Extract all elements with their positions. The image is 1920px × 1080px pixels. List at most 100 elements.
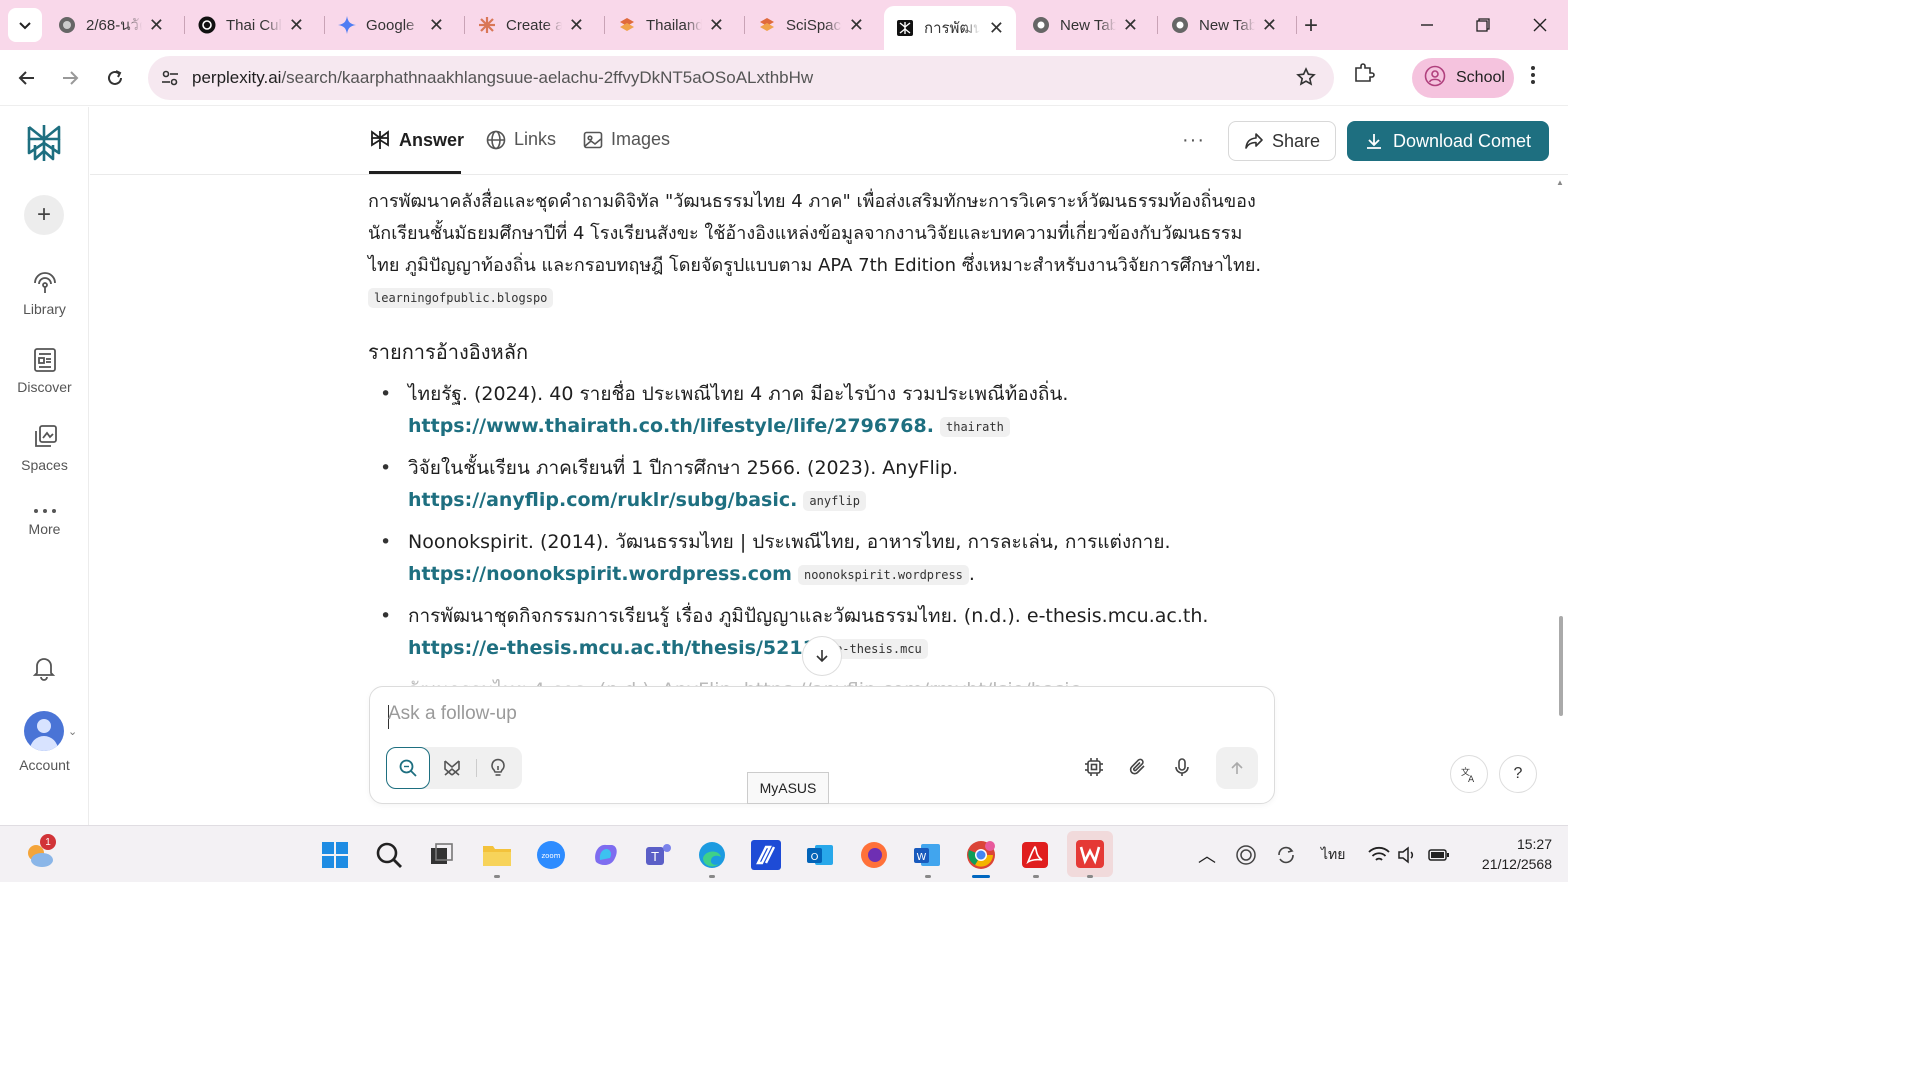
search-mode-button[interactable] — [386, 747, 430, 789]
chrome-icon[interactable] — [962, 836, 1000, 874]
tray-overflow-chevron-icon[interactable]: ︿ — [1198, 842, 1216, 868]
citation-chip[interactable]: learningofpublic.blogspo — [368, 288, 554, 308]
citation-chip[interactable]: anyflip — [803, 490, 866, 511]
download-comet-button[interactable]: Download Comet — [1347, 121, 1549, 161]
citation-chip[interactable]: noonokspirit.wordpress — [797, 564, 969, 585]
reference-link[interactable]: https://noonokspirit.wordpress.com — [408, 563, 792, 585]
answer-body: การพัฒนาคลังสื่อและชุดคำถามดิจิทัล "วัฒน… — [368, 186, 1268, 314]
reference-link[interactable]: https://anyflip.com/ruklr/subg/basic. — [408, 489, 797, 511]
tab-close-icon[interactable]: ✕ — [149, 15, 164, 36]
tab-close-icon[interactable]: ✕ — [709, 15, 724, 36]
browser-tab[interactable]: Google ✕ — [326, 8, 456, 42]
model-chip-icon[interactable] — [1084, 757, 1104, 777]
chevron-down-icon[interactable]: ⌄ — [68, 725, 77, 738]
sidebar-item-more[interactable]: More — [0, 507, 89, 537]
sync-icon[interactable] — [1267, 836, 1305, 874]
microphone-icon[interactable] — [1172, 757, 1192, 777]
scroll-to-bottom-button[interactable] — [802, 636, 842, 676]
browser-tab-strip: 2/68-นวัต ✕ Thai Cult ✕ Google ✕ Create … — [0, 0, 1568, 50]
acrobat-icon[interactable] — [1016, 836, 1054, 874]
share-button[interactable]: Share — [1228, 121, 1336, 161]
zoom-icon[interactable]: zoom — [532, 836, 570, 874]
reference-link[interactable]: https://e-thesis.mcu.ac.th/thesis/5211. — [408, 637, 823, 659]
copilot-icon[interactable] — [586, 836, 624, 874]
scroll-up-arrow-icon[interactable]: ▲ — [1556, 178, 1564, 187]
task-view-icon[interactable] — [422, 836, 460, 874]
labs-mode-button[interactable] — [476, 747, 520, 789]
citation-chip[interactable]: thairath — [940, 416, 1010, 437]
system-clock[interactable]: 15:27 21/12/2568 — [1462, 834, 1552, 874]
file-explorer-icon[interactable] — [478, 836, 516, 874]
firefox-icon[interactable] — [855, 836, 893, 874]
new-thread-button[interactable]: + — [24, 195, 64, 235]
browser-menu-icon[interactable] — [1530, 64, 1536, 91]
citation-chip[interactable]: e-thesis.mcu — [829, 638, 928, 659]
perplexity-logo-icon[interactable] — [25, 123, 63, 168]
restore-icon[interactable] — [1468, 10, 1498, 40]
scrollbar-thumb[interactable] — [1559, 616, 1563, 716]
reference-list: ไทยรัฐ. (2024). 40 รายชื่อ ประเพณีไทย 4 … — [368, 378, 1268, 674]
browser-tab[interactable]: 2/68-นวัต ✕ — [46, 8, 176, 42]
tray-app-icon[interactable] — [1227, 836, 1265, 874]
tab-close-icon[interactable]: ✕ — [289, 15, 304, 36]
tab-images[interactable]: Images — [583, 129, 670, 150]
help-icon[interactable]: ? — [1499, 755, 1537, 793]
tab-close-icon[interactable]: ✕ — [849, 15, 864, 36]
tab-title: การพัฒนา — [924, 20, 980, 37]
notifications-bell-icon[interactable] — [32, 655, 56, 686]
submit-button[interactable] — [1216, 747, 1258, 789]
browser-tab[interactable]: Thai Cult ✕ — [186, 8, 316, 42]
browser-tab[interactable]: Thailand ✕ — [606, 8, 736, 42]
outlook-icon[interactable]: O — [801, 836, 839, 874]
tab-links[interactable]: Links — [486, 129, 556, 150]
follow-up-input[interactable]: Ask a follow-up — [388, 703, 517, 725]
teams-icon[interactable]: T — [639, 836, 677, 874]
tab-close-icon[interactable]: ✕ — [1123, 15, 1138, 36]
browser-tab[interactable]: SciSpace ✕ — [746, 8, 876, 42]
word-icon[interactable]: W — [908, 836, 946, 874]
minimize-icon[interactable] — [1412, 10, 1442, 40]
input-language[interactable]: ไทย — [1321, 844, 1345, 866]
address-bar[interactable]: perplexity.ai/search/kaarphathnaakhlangs… — [148, 56, 1334, 100]
thread-more-icon[interactable]: ··· — [1182, 129, 1205, 152]
tab-divider — [604, 16, 605, 34]
reference-link[interactable]: https://www.thairath.co.th/lifestyle/lif… — [408, 415, 934, 437]
profile-button[interactable]: School — [1412, 58, 1514, 98]
back-arrow-icon[interactable] — [11, 62, 43, 94]
running-indicator — [1087, 875, 1093, 878]
new-tab-plus-icon[interactable]: + — [1304, 12, 1318, 40]
bookmark-star-icon[interactable] — [1296, 67, 1316, 92]
tab-search-button[interactable] — [8, 8, 42, 42]
sidebar-item-library[interactable]: Library — [0, 271, 89, 317]
sidebar-item-spaces[interactable]: Spaces — [0, 423, 89, 473]
tab-close-icon[interactable]: ✕ — [569, 15, 584, 36]
research-mode-button[interactable] — [430, 747, 474, 789]
browser-tab[interactable]: Create a ✕ — [466, 8, 596, 42]
browser-tab[interactable]: New Tab ✕ — [1159, 8, 1289, 42]
tab-title: SciSpace — [786, 16, 842, 34]
wps-office-icon[interactable] — [1067, 831, 1113, 877]
site-info-icon[interactable] — [160, 68, 180, 93]
forward-arrow-icon[interactable] — [54, 62, 86, 94]
browser-tab-active[interactable]: การพัฒนา ✕ — [884, 6, 1016, 50]
battery-icon[interactable] — [1420, 836, 1458, 874]
attach-paperclip-icon[interactable] — [1128, 757, 1148, 777]
reload-icon[interactable] — [99, 62, 131, 94]
account-label[interactable]: Account — [0, 757, 89, 773]
search-icon[interactable] — [370, 836, 408, 874]
translate-icon[interactable]: 文A — [1450, 755, 1488, 793]
account-avatar[interactable] — [24, 711, 64, 751]
page-scrollbar[interactable] — [1556, 176, 1568, 824]
close-window-icon[interactable] — [1525, 10, 1555, 40]
scispace-icon — [618, 16, 636, 34]
extensions-puzzle-icon[interactable] — [1353, 62, 1375, 89]
windows-start-icon[interactable] — [316, 836, 354, 874]
edge-icon[interactable] — [693, 836, 731, 874]
tab-answer[interactable]: Answer — [369, 129, 464, 151]
myasus-icon[interactable] — [747, 836, 785, 874]
tab-close-icon[interactable]: ✕ — [1262, 15, 1277, 36]
tab-close-icon[interactable]: ✕ — [989, 18, 1004, 39]
browser-tab[interactable]: New Tab ✕ — [1020, 8, 1150, 42]
sidebar-item-discover[interactable]: Discover — [0, 347, 89, 395]
tab-close-icon[interactable]: ✕ — [429, 15, 444, 36]
